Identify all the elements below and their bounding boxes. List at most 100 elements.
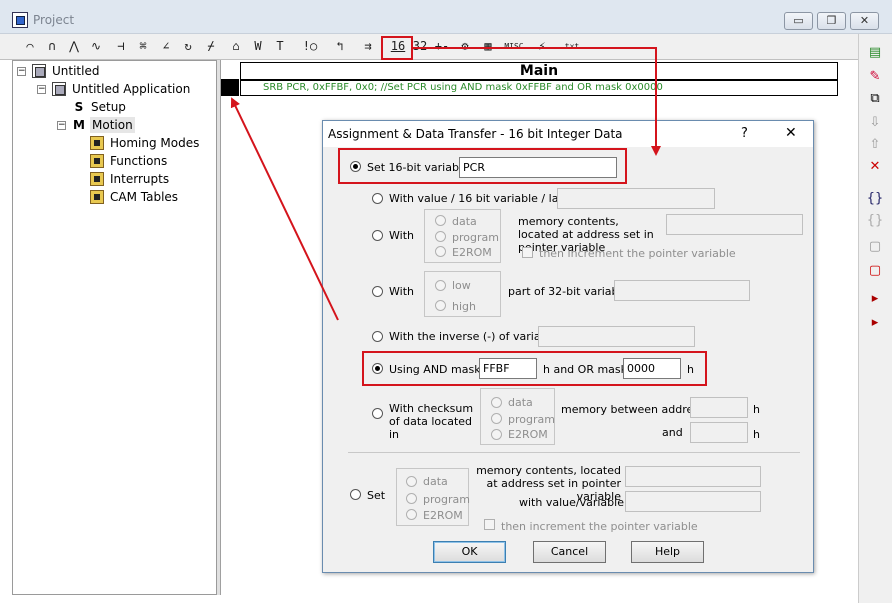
toolbar-interrupt-icon[interactable]: ⚡ <box>532 37 552 56</box>
set16-variable-input[interactable]: PCR <box>459 157 617 178</box>
move-up-icon[interactable]: ⇧ <box>866 136 884 154</box>
set16-radio[interactable] <box>350 161 361 172</box>
tree-item-cam-tables[interactable]: CAM Tables <box>110 189 178 205</box>
step-out-icon[interactable]: ▸ <box>866 314 884 332</box>
set-data-radio[interactable] <box>406 476 417 487</box>
mem-e2rom-radio[interactable] <box>435 246 446 257</box>
insert-block-icon[interactable]: {} <box>866 190 884 208</box>
toolbar-arith-icon[interactable]: +- <box>432 37 452 56</box>
step-in-icon[interactable]: ▸ <box>866 290 884 308</box>
cs-program-radio[interactable] <box>491 413 502 424</box>
toolbar-io-icon[interactable]: !○ <box>300 37 320 56</box>
with-part-radio[interactable] <box>372 286 383 297</box>
window-title: Project <box>33 13 75 27</box>
inverse-radio[interactable] <box>372 331 383 342</box>
toolbar-homing-icon[interactable]: ⌂ <box>226 37 246 56</box>
toolbar-int16-icon[interactable]: 16 <box>388 37 408 56</box>
toolbar-time-event-icon[interactable]: T <box>270 37 290 56</box>
toolbar-pt-profile-icon[interactable]: ⋀ <box>64 37 84 56</box>
toolbar-int32-icon[interactable]: 32 <box>410 37 430 56</box>
close-button[interactable]: ✕ <box>850 12 879 30</box>
cs-data-radio[interactable] <box>491 397 502 408</box>
folder-icon <box>90 136 104 150</box>
toolbar-fx-icon[interactable]: ⚙ <box>455 37 475 56</box>
copy-icon[interactable]: ⧉ <box>866 90 884 108</box>
toolbar-gear-icon[interactable]: ⊣ <box>111 37 131 56</box>
toolbar-jump-icon[interactable]: ↰ <box>330 37 350 56</box>
tree-item-functions[interactable]: Functions <box>110 153 167 169</box>
toolbar-edit-save-icon[interactable]: ▦ <box>478 37 498 56</box>
set-data-label: data <box>423 475 448 488</box>
project-window-icon <box>12 12 28 28</box>
cs-e2rom-radio[interactable] <box>491 429 502 440</box>
dialog-close-icon[interactable]: ✕ <box>785 125 797 141</box>
part-high-radio[interactable] <box>435 300 446 311</box>
setup-icon: S <box>74 100 84 114</box>
collapse-toggle-icon[interactable]: − <box>57 121 66 130</box>
pointer-variable-input[interactable] <box>666 214 803 235</box>
set-value-input[interactable] <box>625 491 761 512</box>
cancel-button[interactable]: Cancel <box>533 541 606 563</box>
folder-icon <box>90 154 104 168</box>
with-memory-radio[interactable] <box>372 230 383 241</box>
mem-program-radio[interactable] <box>435 231 446 242</box>
set-program-radio[interactable] <box>406 493 417 504</box>
toolbar-goto-icon[interactable]: ⇉ <box>358 37 378 56</box>
project-tree[interactable]: − Untitled − Untitled Application S Setu… <box>12 60 217 595</box>
and-mask-input[interactable]: FFBF <box>479 358 537 379</box>
toolbar-misc-icon[interactable]: MISC <box>502 37 526 56</box>
tree-item-interrupts[interactable]: Interrupts <box>110 171 169 187</box>
or-mask-input[interactable]: 0000 <box>623 358 681 379</box>
checksum-radio[interactable] <box>372 408 383 419</box>
tree-item-homing-modes[interactable]: Homing Modes <box>110 135 199 151</box>
move-down-icon[interactable]: ⇩ <box>866 114 884 132</box>
toolbar-s-curve-profile-icon[interactable]: ∩ <box>42 37 62 56</box>
inverse-variable-input[interactable] <box>538 326 695 347</box>
toolbar-cam-icon[interactable]: ⌘ <box>133 37 153 56</box>
start-address-input[interactable] <box>690 397 748 418</box>
page-icon[interactable]: ▢ <box>866 238 884 256</box>
mem-data-radio[interactable] <box>435 215 446 226</box>
set-memory-radio[interactable] <box>350 489 361 500</box>
collapse-toggle-icon[interactable]: − <box>37 85 46 94</box>
toolbar-wait-motion-icon[interactable]: W <box>248 37 268 56</box>
dialog-title: Assignment & Data Transfer - 16 bit Inte… <box>328 127 623 141</box>
right-toolbar: ▤ ✎ ⧉ ⇩ ⇧ ✕ {} {} ▢ ▢ ▸ ▸ <box>858 34 892 603</box>
toolbar-contour-icon[interactable]: ∠ <box>156 37 176 56</box>
set-e2rom-radio[interactable] <box>406 509 417 520</box>
set-program-label: program <box>423 493 470 506</box>
help-icon[interactable]: ? <box>741 126 748 141</box>
page-red-icon[interactable]: ▢ <box>866 262 884 280</box>
remove-block-icon[interactable]: {} <box>866 212 884 230</box>
tree-item-application[interactable]: Untitled Application <box>72 81 190 97</box>
collapse-toggle-icon[interactable]: − <box>17 67 26 76</box>
edit-icon[interactable]: ✎ <box>866 68 884 86</box>
tree-item-untitled[interactable]: Untitled <box>52 63 99 79</box>
restore-button[interactable]: ❐ <box>817 12 846 30</box>
part-variable-input[interactable] <box>614 280 750 301</box>
tree-item-motion[interactable]: Motion <box>90 117 135 133</box>
mem-program-label: program <box>452 231 499 244</box>
set-increment-checkbox[interactable] <box>484 519 495 530</box>
ok-button[interactable]: OK <box>433 541 506 563</box>
toolbar-stop-icon[interactable]: ⌿ <box>201 37 221 56</box>
increment-checkbox[interactable] <box>522 247 533 258</box>
and-mask-radio[interactable] <box>372 363 383 374</box>
toolbar-trapezoidal-profile-icon[interactable]: ⌒ <box>20 37 40 56</box>
part-low-label: low <box>452 279 471 292</box>
code-line[interactable]: SRB PCR, 0xFFBF, 0x0; //Set PCR using AN… <box>240 80 838 96</box>
help-button[interactable]: Help <box>631 541 704 563</box>
part-low-radio[interactable] <box>435 280 446 291</box>
with-value-input[interactable] <box>557 188 715 209</box>
with-value-radio[interactable] <box>372 193 383 204</box>
minimize-button[interactable]: ▭ <box>784 12 813 30</box>
toolbar-pvt-profile-icon[interactable]: ∿ <box>86 37 106 56</box>
toolbar-motor-cmd-icon[interactable]: ↻ <box>178 37 198 56</box>
project-icon <box>32 64 46 78</box>
tree-item-setup[interactable]: Setup <box>91 99 126 115</box>
new-icon[interactable]: ▤ <box>866 44 884 62</box>
delete-icon[interactable]: ✕ <box>866 158 884 176</box>
end-address-input[interactable] <box>690 422 748 443</box>
set-pointer-input[interactable] <box>625 466 761 487</box>
toolbar-text-icon[interactable]: txt <box>560 37 584 56</box>
